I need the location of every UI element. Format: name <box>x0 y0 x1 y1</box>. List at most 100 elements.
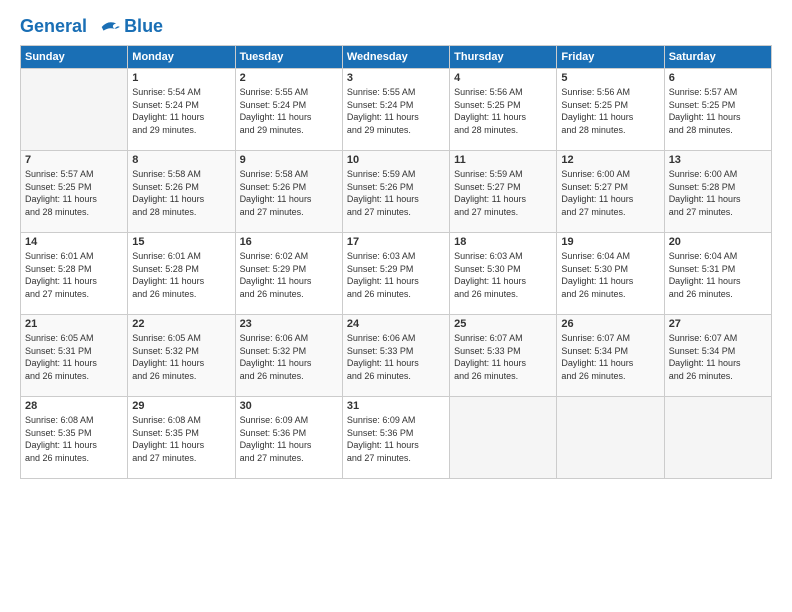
calendar-cell: 16 Sunrise: 6:02 AMSunset: 5:29 PMDayligh… <box>235 233 342 315</box>
day-number: 10 <box>347 154 445 166</box>
calendar-cell: 5 Sunrise: 5:56 AMSunset: 5:25 PMDaylight… <box>557 69 664 151</box>
calendar-cell <box>450 397 557 479</box>
calendar-cell: 2 Sunrise: 5:55 AMSunset: 5:24 PMDaylight… <box>235 69 342 151</box>
day-number: 5 <box>561 72 659 84</box>
day-info: Sunrise: 6:09 AMSunset: 5:36 PMDaylight:… <box>347 414 445 464</box>
calendar-cell: 11 Sunrise: 5:59 AMSunset: 5:27 PMDayligh… <box>450 151 557 233</box>
day-number: 29 <box>132 400 230 412</box>
calendar-table: SundayMondayTuesdayWednesdayThursdayFrid… <box>20 45 772 479</box>
day-info: Sunrise: 6:00 AMSunset: 5:27 PMDaylight:… <box>561 168 659 218</box>
calendar-cell <box>21 69 128 151</box>
day-info: Sunrise: 6:08 AMSunset: 5:35 PMDaylight:… <box>25 414 123 464</box>
day-number: 18 <box>454 236 552 248</box>
calendar-cell: 7 Sunrise: 5:57 AMSunset: 5:25 PMDaylight… <box>21 151 128 233</box>
calendar-cell: 25Sunrise: 6:07 AMSunset: 5:33 PMDayligh… <box>450 315 557 397</box>
logo-bird-icon <box>94 18 122 36</box>
day-info: Sunrise: 6:01 AMSunset: 5:28 PMDaylight:… <box>132 250 230 300</box>
weekday-header-sunday: Sunday <box>21 46 128 69</box>
day-number: 30 <box>240 400 338 412</box>
day-number: 16 <box>240 236 338 248</box>
day-info: Sunrise: 5:55 AMSunset: 5:24 PMDaylight:… <box>347 86 445 136</box>
day-number: 8 <box>132 154 230 166</box>
logo-blue: Blue <box>124 16 163 37</box>
calendar-cell: 14 Sunrise: 6:01 AMSunset: 5:28 PMDayligh… <box>21 233 128 315</box>
day-number: 13 <box>669 154 767 166</box>
day-number: 11 <box>454 154 552 166</box>
day-number: 2 <box>240 72 338 84</box>
page-header: General Blue <box>20 16 772 37</box>
day-number: 20 <box>669 236 767 248</box>
weekday-header-row: SundayMondayTuesdayWednesdayThursdayFrid… <box>21 46 772 69</box>
day-info: Sunrise: 6:07 AMSunset: 5:33 PMDaylight:… <box>454 332 552 382</box>
day-info: Sunrise: 6:03 AMSunset: 5:29 PMDaylight:… <box>347 250 445 300</box>
logo: General Blue <box>20 16 163 37</box>
day-number: 17 <box>347 236 445 248</box>
day-info: Sunrise: 6:06 AMSunset: 5:32 PMDaylight:… <box>240 332 338 382</box>
day-number: 14 <box>25 236 123 248</box>
day-info: Sunrise: 5:57 AMSunset: 5:25 PMDaylight:… <box>669 86 767 136</box>
calendar-cell: 23 Sunrise: 6:06 AMSunset: 5:32 PMDayligh… <box>235 315 342 397</box>
day-info: Sunrise: 6:01 AMSunset: 5:28 PMDaylight:… <box>25 250 123 300</box>
day-number: 24 <box>347 318 445 330</box>
calendar-cell: 3Sunrise: 5:55 AMSunset: 5:24 PMDaylight… <box>342 69 449 151</box>
day-number: 22 <box>132 318 230 330</box>
calendar-cell: 12Sunrise: 6:00 AMSunset: 5:27 PMDayligh… <box>557 151 664 233</box>
logo-general: General <box>20 16 87 36</box>
day-number: 6 <box>669 72 767 84</box>
calendar-cell: 18 Sunrise: 6:03 AMSunset: 5:30 PMDayligh… <box>450 233 557 315</box>
day-info: Sunrise: 6:05 AMSunset: 5:31 PMDaylight:… <box>25 332 123 382</box>
day-info: Sunrise: 6:09 AMSunset: 5:36 PMDaylight:… <box>240 414 338 464</box>
calendar-cell <box>664 397 771 479</box>
day-info: Sunrise: 6:07 AMSunset: 5:34 PMDaylight:… <box>561 332 659 382</box>
day-number: 15 <box>132 236 230 248</box>
day-info: Sunrise: 6:05 AMSunset: 5:32 PMDaylight:… <box>132 332 230 382</box>
weekday-header-thursday: Thursday <box>450 46 557 69</box>
calendar-week-4: 21 Sunrise: 6:05 AMSunset: 5:31 PMDayligh… <box>21 315 772 397</box>
day-info: Sunrise: 5:54 AMSunset: 5:24 PMDaylight:… <box>132 86 230 136</box>
day-info: Sunrise: 6:06 AMSunset: 5:33 PMDaylight:… <box>347 332 445 382</box>
calendar-cell: 1 Sunrise: 5:54 AMSunset: 5:24 PMDaylight… <box>128 69 235 151</box>
day-info: Sunrise: 5:56 AMSunset: 5:25 PMDaylight:… <box>561 86 659 136</box>
calendar-week-3: 14 Sunrise: 6:01 AMSunset: 5:28 PMDayligh… <box>21 233 772 315</box>
calendar-week-2: 7 Sunrise: 5:57 AMSunset: 5:25 PMDaylight… <box>21 151 772 233</box>
calendar-cell: 27 Sunrise: 6:07 AMSunset: 5:34 PMDayligh… <box>664 315 771 397</box>
calendar-cell: 29Sunrise: 6:08 AMSunset: 5:35 PMDayligh… <box>128 397 235 479</box>
calendar-cell: 9 Sunrise: 5:58 AMSunset: 5:26 PMDaylight… <box>235 151 342 233</box>
day-info: Sunrise: 5:58 AMSunset: 5:26 PMDaylight:… <box>132 168 230 218</box>
calendar-cell: 26 Sunrise: 6:07 AMSunset: 5:34 PMDayligh… <box>557 315 664 397</box>
calendar-cell: 6 Sunrise: 5:57 AMSunset: 5:25 PMDaylight… <box>664 69 771 151</box>
day-info: Sunrise: 6:03 AMSunset: 5:30 PMDaylight:… <box>454 250 552 300</box>
day-number: 4 <box>454 72 552 84</box>
calendar-cell: 31 Sunrise: 6:09 AMSunset: 5:36 PMDayligh… <box>342 397 449 479</box>
day-info: Sunrise: 5:59 AMSunset: 5:27 PMDaylight:… <box>454 168 552 218</box>
day-number: 31 <box>347 400 445 412</box>
day-number: 1 <box>132 72 230 84</box>
calendar-cell: 24 Sunrise: 6:06 AMSunset: 5:33 PMDayligh… <box>342 315 449 397</box>
calendar-cell <box>557 397 664 479</box>
day-number: 28 <box>25 400 123 412</box>
weekday-header-friday: Friday <box>557 46 664 69</box>
day-number: 23 <box>240 318 338 330</box>
calendar-cell: 22 Sunrise: 6:05 AMSunset: 5:32 PMDayligh… <box>128 315 235 397</box>
day-info: Sunrise: 6:04 AMSunset: 5:31 PMDaylight:… <box>669 250 767 300</box>
weekday-header-tuesday: Tuesday <box>235 46 342 69</box>
day-info: Sunrise: 5:55 AMSunset: 5:24 PMDaylight:… <box>240 86 338 136</box>
day-info: Sunrise: 6:07 AMSunset: 5:34 PMDaylight:… <box>669 332 767 382</box>
day-info: Sunrise: 6:00 AMSunset: 5:28 PMDaylight:… <box>669 168 767 218</box>
day-info: Sunrise: 6:02 AMSunset: 5:29 PMDaylight:… <box>240 250 338 300</box>
day-info: Sunrise: 5:58 AMSunset: 5:26 PMDaylight:… <box>240 168 338 218</box>
day-info: Sunrise: 5:57 AMSunset: 5:25 PMDaylight:… <box>25 168 123 218</box>
weekday-header-monday: Monday <box>128 46 235 69</box>
calendar-cell: 17 Sunrise: 6:03 AMSunset: 5:29 PMDayligh… <box>342 233 449 315</box>
day-number: 7 <box>25 154 123 166</box>
calendar-cell: 21 Sunrise: 6:05 AMSunset: 5:31 PMDayligh… <box>21 315 128 397</box>
day-number: 9 <box>240 154 338 166</box>
day-number: 26 <box>561 318 659 330</box>
day-number: 21 <box>25 318 123 330</box>
day-info: Sunrise: 5:59 AMSunset: 5:26 PMDaylight:… <box>347 168 445 218</box>
day-number: 27 <box>669 318 767 330</box>
calendar-week-5: 28 Sunrise: 6:08 AMSunset: 5:35 PMDayligh… <box>21 397 772 479</box>
day-info: Sunrise: 6:04 AMSunset: 5:30 PMDaylight:… <box>561 250 659 300</box>
calendar-cell: 8 Sunrise: 5:58 AMSunset: 5:26 PMDaylight… <box>128 151 235 233</box>
calendar-cell: 13 Sunrise: 6:00 AMSunset: 5:28 PMDayligh… <box>664 151 771 233</box>
